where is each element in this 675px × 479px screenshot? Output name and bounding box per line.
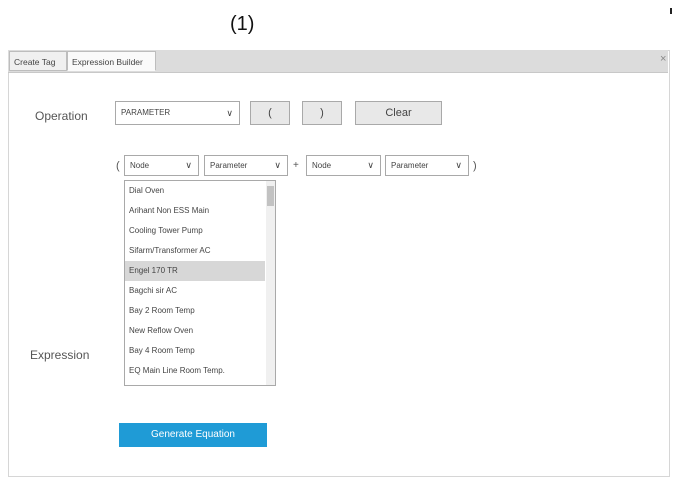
operator-plus: + bbox=[293, 160, 299, 171]
chevron-down-icon: ∨ bbox=[185, 160, 192, 170]
chevron-down-icon: ∨ bbox=[226, 108, 233, 118]
expression-open-paren: ( bbox=[116, 160, 120, 172]
dropdown-item[interactable]: Sifarm/Transformer AC bbox=[125, 241, 265, 261]
node-select-1-value: Node bbox=[130, 161, 150, 170]
dropdown-scrollbar[interactable] bbox=[266, 181, 275, 385]
expression-close-paren: ) bbox=[473, 160, 477, 172]
dropdown-item[interactable]: Bagchi sir AC bbox=[125, 281, 265, 301]
corner-mark bbox=[670, 8, 672, 14]
close-paren-button[interactable]: ) bbox=[302, 101, 342, 125]
parameter-select-1-value: Parameter bbox=[210, 161, 248, 170]
dropdown-item[interactable]: Dial Oven bbox=[125, 181, 265, 201]
chevron-down-icon: ∨ bbox=[455, 160, 462, 170]
dropdown-item[interactable]: Cooling Tower Pump bbox=[125, 221, 265, 241]
chevron-down-icon: ∨ bbox=[367, 160, 374, 170]
expression-label: Expression bbox=[30, 348, 90, 362]
operation-select-value: PARAMETER bbox=[121, 108, 171, 117]
clear-button[interactable]: Clear bbox=[355, 101, 442, 125]
generate-equation-button[interactable]: Generate Equation bbox=[119, 423, 267, 447]
tab-expression-builder[interactable]: Expression Builder bbox=[67, 51, 156, 71]
node-dropdown-list: Dial Oven Arihant Non ESS Main Cooling T… bbox=[124, 180, 276, 386]
parameter-select-2-value: Parameter bbox=[391, 161, 429, 170]
open-paren-button[interactable]: ( bbox=[250, 101, 290, 125]
parameter-select-2[interactable]: Parameter ∨ bbox=[385, 155, 469, 176]
dropdown-item[interactable]: Bay 2 Room Temp bbox=[125, 301, 265, 321]
close-icon[interactable]: × bbox=[660, 53, 666, 65]
chevron-down-icon: ∨ bbox=[274, 160, 281, 170]
node-select-2[interactable]: Node ∨ bbox=[306, 155, 381, 176]
dropdown-item[interactable]: New Reflow Oven bbox=[125, 321, 265, 341]
scrollbar-thumb[interactable] bbox=[267, 186, 274, 206]
figure-label: (1) bbox=[230, 13, 255, 35]
parameter-select-1[interactable]: Parameter ∨ bbox=[204, 155, 288, 176]
operation-select[interactable]: PARAMETER ∨ bbox=[115, 101, 240, 125]
tab-create-tag[interactable]: Create Tag bbox=[9, 51, 67, 71]
operation-label: Operation bbox=[35, 109, 88, 123]
node-select-1[interactable]: Node ∨ bbox=[124, 155, 199, 176]
dropdown-item-selected[interactable]: Engel 170 TR bbox=[125, 261, 265, 281]
dropdown-item[interactable]: Arihant Non ESS Main bbox=[125, 201, 265, 221]
dropdown-item[interactable]: EQ Main Line Room Temp. bbox=[125, 361, 265, 381]
dropdown-item[interactable]: Bay 4 Room Temp bbox=[125, 341, 265, 361]
node-select-2-value: Node bbox=[312, 161, 332, 170]
